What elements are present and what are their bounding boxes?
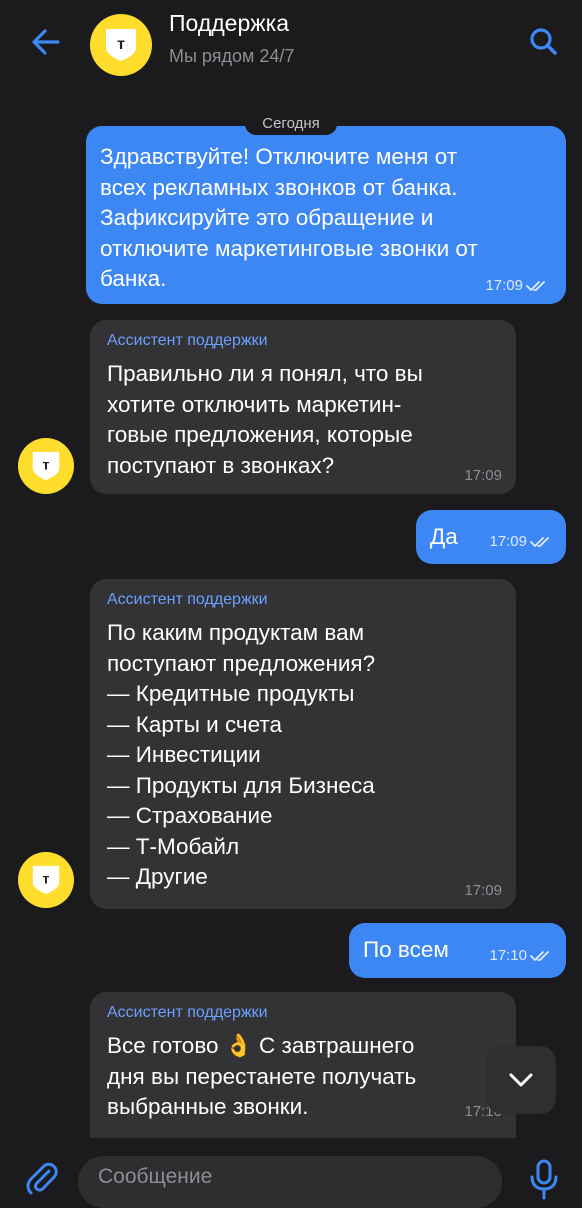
incoming-message[interactable]: Ассистент поддержки По каким продуктам в… [90,579,516,909]
incoming-message[interactable]: Ассистент поддержки Правильно ли я понял… [90,320,516,494]
tbank-logo-icon: т [106,29,136,61]
double-check-icon [530,536,549,547]
sender-name: Ассистент поддержки [107,1004,268,1021]
chat-subtitle: Мы рядом 24/7 [169,46,295,66]
arrow-left-icon [32,29,60,55]
message-time: 17:09 [464,882,502,899]
search-button[interactable] [524,24,564,60]
microphone-button[interactable] [526,1158,562,1200]
sender-name: Ассистент поддержки [107,332,268,349]
tbank-logo-icon: т [32,865,60,895]
outgoing-message[interactable]: Да 17:09 [416,510,566,564]
svg-text:т: т [43,871,50,887]
composer-bar [0,1138,582,1208]
message-meta: 17:10 [489,947,550,964]
microphone-icon [530,1159,558,1200]
attach-button[interactable] [22,1158,62,1198]
paperclip-icon [26,1162,58,1195]
message-time: 17:09 [485,277,523,294]
message-text: Все готово 👌 С завтрашнего дня вы перест… [107,1033,417,1119]
message-meta: 17:09 [489,533,550,550]
message-time: 17:09 [464,467,502,484]
chat-title[interactable]: Поддержка [169,10,289,37]
message-text: Здравствуйте! Отключите меня от всех рек… [100,144,478,291]
back-button[interactable] [26,24,66,60]
assistant-avatar[interactable]: т [18,852,74,908]
incoming-message[interactable]: Ассистент поддержки Все готово 👌 С завтр… [90,992,516,1142]
message-time: 17:09 [489,533,527,550]
outgoing-message[interactable]: По всем 17:10 [349,923,566,978]
chevron-down-icon [509,1073,533,1087]
search-icon [530,28,557,55]
support-avatar[interactable]: т [90,14,152,76]
svg-text:т: т [43,457,50,473]
message-time: 17:10 [489,947,527,964]
chat-header: т Поддержка Мы рядом 24/7 [0,0,582,92]
sender-name: Ассистент поддержки [107,591,268,608]
message-text: Правильно ли я понял, что вы хотите откл… [107,361,423,478]
scroll-down-button[interactable] [486,1046,556,1114]
date-separator: Сегодня [245,113,337,135]
assistant-avatar[interactable]: т [18,438,74,494]
tbank-logo-icon: т [32,451,60,481]
message-text: По каким продуктам вам поступают предлож… [107,620,376,889]
message-meta: 17:09 [485,277,546,294]
message-input[interactable] [78,1156,502,1208]
outgoing-message[interactable]: Здравствуйте! Отключите меня от всех рек… [86,126,566,304]
double-check-icon [530,950,549,961]
svg-text:т: т [117,36,125,53]
double-check-icon [526,280,545,291]
